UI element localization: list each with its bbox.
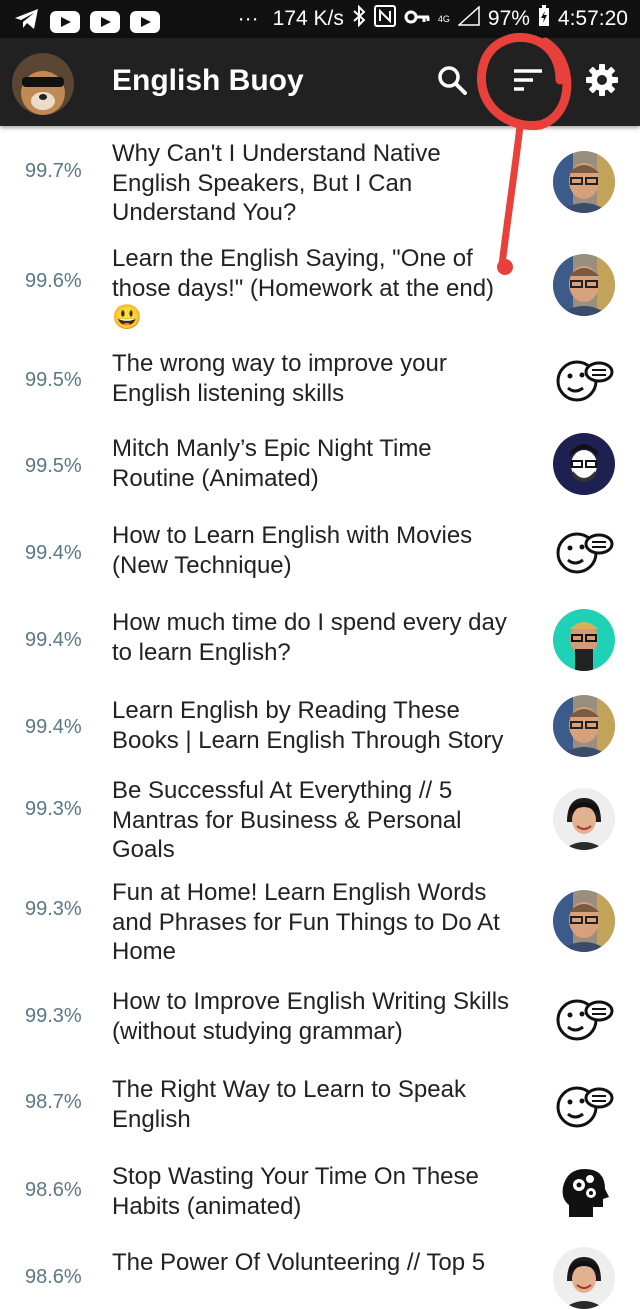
- match-percent: 99.7%: [25, 160, 82, 182]
- settings-button[interactable]: [578, 58, 626, 106]
- video-title[interactable]: The Right Way to Learn to Speak English: [112, 1075, 537, 1134]
- bluetooth-icon: [352, 4, 366, 33]
- channel-avatar[interactable]: [553, 609, 615, 671]
- match-percent: 98.6%: [25, 1266, 82, 1288]
- match-percent: 98.7%: [25, 1091, 82, 1113]
- signal-icon: [456, 5, 480, 32]
- video-title[interactable]: How to Improve English Writing Skills (w…: [112, 987, 537, 1046]
- network-type: 4G: [437, 14, 450, 24]
- channel-avatar[interactable]: [553, 520, 615, 582]
- channel-avatar[interactable]: [553, 348, 615, 410]
- gear-icon: [585, 63, 619, 102]
- app-title: English Buoy: [112, 64, 304, 97]
- match-percent: 99.5%: [25, 455, 82, 477]
- match-percent: 99.5%: [25, 369, 82, 391]
- channel-avatar[interactable]: [553, 788, 615, 850]
- channel-avatar[interactable]: [553, 254, 615, 316]
- match-percent: 99.4%: [25, 716, 82, 738]
- video-title[interactable]: Learn the English Saying, "One of those …: [112, 244, 537, 333]
- battery-charging-icon: [538, 5, 550, 33]
- app-logo-avatar[interactable]: [12, 53, 74, 115]
- youtube-icon: [130, 10, 160, 33]
- network-speed: 174 K/s: [272, 7, 344, 30]
- youtube-icon: [50, 10, 80, 33]
- status-bar: ··· 174 K/s 4G 97% 4:57:20: [0, 0, 640, 38]
- video-title[interactable]: How much time do I spend every day to le…: [112, 608, 537, 667]
- video-title[interactable]: Fun at Home! Learn English Words and Phr…: [112, 878, 537, 967]
- more-notifications-icon: ···: [237, 7, 259, 30]
- app-bar: English Buoy: [0, 38, 640, 126]
- clock: 4:57:20: [557, 7, 628, 30]
- nfc-icon: [373, 5, 396, 33]
- channel-avatar[interactable]: [553, 1074, 615, 1136]
- video-title[interactable]: Mitch Manly’s Epic Night Time Routine (A…: [112, 434, 537, 493]
- youtube-icon: [90, 10, 120, 33]
- channel-avatar[interactable]: [553, 1161, 615, 1223]
- match-percent: 99.4%: [25, 542, 82, 564]
- sort-icon: [513, 68, 543, 97]
- sort-button[interactable]: [504, 58, 552, 106]
- search-icon: [437, 65, 467, 100]
- match-percent: 99.4%: [25, 629, 82, 651]
- video-title[interactable]: How to Learn English with Movies (New Te…: [112, 521, 537, 580]
- vpn-key-icon: [404, 7, 430, 31]
- channel-avatar[interactable]: [553, 987, 615, 1049]
- match-percent: 98.6%: [25, 1179, 82, 1201]
- channel-avatar[interactable]: [553, 151, 615, 213]
- match-percent: 99.6%: [25, 270, 82, 292]
- channel-avatar[interactable]: [553, 1247, 615, 1309]
- video-title[interactable]: Learn English by Reading These Books | L…: [112, 696, 537, 755]
- video-title[interactable]: Why Can't I Understand Native English Sp…: [112, 139, 537, 228]
- video-title[interactable]: The wrong way to improve your English li…: [112, 349, 537, 408]
- channel-avatar[interactable]: [553, 695, 615, 757]
- video-title[interactable]: The Power Of Volunteering // Top 5: [112, 1248, 537, 1278]
- battery-level: 97%: [487, 7, 530, 30]
- video-title[interactable]: Stop Wasting Your Time On These Habits (…: [112, 1162, 537, 1221]
- channel-avatar[interactable]: [553, 433, 615, 495]
- search-button[interactable]: [428, 58, 476, 106]
- telegram-icon: [14, 7, 40, 36]
- match-percent: 99.3%: [25, 1005, 82, 1027]
- match-percent: 99.3%: [25, 898, 82, 920]
- match-percent: 99.3%: [25, 798, 82, 820]
- video-title[interactable]: Be Successful At Everything // 5 Mantras…: [112, 776, 537, 865]
- channel-avatar[interactable]: [553, 890, 615, 952]
